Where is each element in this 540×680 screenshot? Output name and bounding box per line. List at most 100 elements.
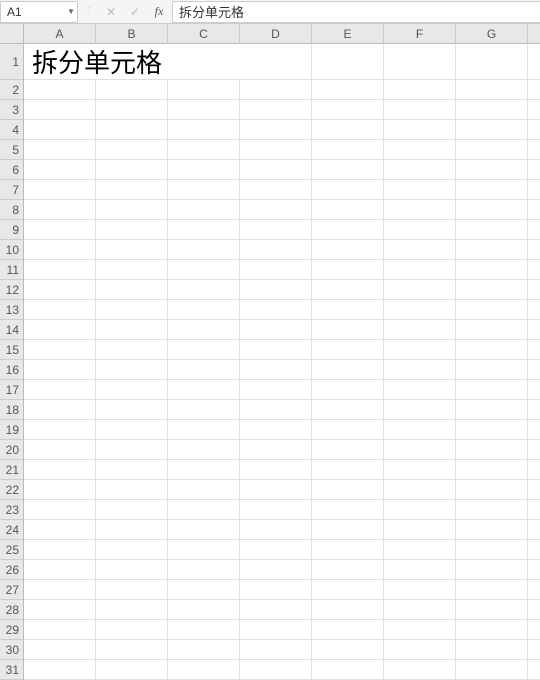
- cell-F1[interactable]: [384, 44, 456, 80]
- row-header-15[interactable]: 15: [0, 340, 23, 360]
- cell[interactable]: [96, 260, 168, 280]
- cell[interactable]: [96, 640, 168, 660]
- cell[interactable]: [528, 220, 540, 240]
- cell[interactable]: [24, 260, 96, 280]
- cell[interactable]: [312, 240, 384, 260]
- cell[interactable]: [240, 400, 312, 420]
- row-header-22[interactable]: 22: [0, 480, 23, 500]
- row-header-29[interactable]: 29: [0, 620, 23, 640]
- cell[interactable]: [240, 500, 312, 520]
- cell[interactable]: [384, 520, 456, 540]
- cell[interactable]: [24, 560, 96, 580]
- cell[interactable]: [168, 300, 240, 320]
- cell[interactable]: [456, 600, 528, 620]
- enter-icon[interactable]: ✓: [128, 5, 142, 19]
- cell[interactable]: [384, 460, 456, 480]
- cell[interactable]: [24, 200, 96, 220]
- cell[interactable]: [240, 340, 312, 360]
- cell[interactable]: [96, 420, 168, 440]
- cell[interactable]: [24, 400, 96, 420]
- row-header-27[interactable]: 27: [0, 580, 23, 600]
- cell[interactable]: [24, 320, 96, 340]
- row-header-13[interactable]: 13: [0, 300, 23, 320]
- cell[interactable]: [528, 280, 540, 300]
- cell[interactable]: [312, 140, 384, 160]
- cell[interactable]: [24, 660, 96, 680]
- cell[interactable]: [240, 280, 312, 300]
- cell[interactable]: [384, 220, 456, 240]
- dropdown-icon[interactable]: ▼: [67, 7, 75, 16]
- row-header-8[interactable]: 8: [0, 200, 23, 220]
- cell[interactable]: [312, 620, 384, 640]
- cell[interactable]: [168, 320, 240, 340]
- cell[interactable]: [240, 660, 312, 680]
- cell[interactable]: [24, 600, 96, 620]
- cell[interactable]: [168, 660, 240, 680]
- cell[interactable]: [240, 620, 312, 640]
- cell[interactable]: [312, 280, 384, 300]
- cell[interactable]: [528, 640, 540, 660]
- cell[interactable]: [528, 300, 540, 320]
- cell[interactable]: [168, 180, 240, 200]
- row-header-19[interactable]: 19: [0, 420, 23, 440]
- cell[interactable]: [384, 300, 456, 320]
- row-header-5[interactable]: 5: [0, 140, 23, 160]
- cell[interactable]: [96, 460, 168, 480]
- cell[interactable]: [528, 340, 540, 360]
- cell[interactable]: [24, 340, 96, 360]
- cell[interactable]: [240, 100, 312, 120]
- col-header-G[interactable]: G: [456, 24, 528, 44]
- cell[interactable]: [312, 400, 384, 420]
- cell[interactable]: [96, 380, 168, 400]
- cell[interactable]: [168, 440, 240, 460]
- cell[interactable]: [312, 340, 384, 360]
- cell[interactable]: [384, 620, 456, 640]
- cell[interactable]: [312, 480, 384, 500]
- cell[interactable]: [24, 80, 96, 100]
- cell[interactable]: [96, 100, 168, 120]
- row-header-12[interactable]: 12: [0, 280, 23, 300]
- cell[interactable]: [24, 640, 96, 660]
- cell[interactable]: [384, 240, 456, 260]
- cell[interactable]: [24, 280, 96, 300]
- cell[interactable]: [456, 460, 528, 480]
- cell[interactable]: [24, 500, 96, 520]
- formula-input[interactable]: 拆分单元格: [172, 1, 540, 23]
- cell[interactable]: [96, 80, 168, 100]
- cell[interactable]: [384, 80, 456, 100]
- cell[interactable]: [312, 520, 384, 540]
- col-header-F[interactable]: F: [384, 24, 456, 44]
- name-box[interactable]: A1 ▼: [0, 1, 78, 23]
- cell[interactable]: [384, 500, 456, 520]
- cell[interactable]: [456, 300, 528, 320]
- cell[interactable]: [528, 400, 540, 420]
- cell[interactable]: [24, 300, 96, 320]
- cell[interactable]: [24, 220, 96, 240]
- cell[interactable]: [528, 660, 540, 680]
- cell[interactable]: [24, 540, 96, 560]
- cell[interactable]: [312, 200, 384, 220]
- cell-H1-partial[interactable]: [528, 44, 540, 80]
- cell[interactable]: [24, 140, 96, 160]
- cell[interactable]: [384, 480, 456, 500]
- cell[interactable]: [528, 140, 540, 160]
- cell-E1[interactable]: [312, 44, 384, 80]
- cell[interactable]: [24, 240, 96, 260]
- cell[interactable]: [168, 140, 240, 160]
- cell[interactable]: [528, 200, 540, 220]
- cell[interactable]: [528, 180, 540, 200]
- cell[interactable]: [528, 560, 540, 580]
- cell[interactable]: [528, 620, 540, 640]
- cell[interactable]: [24, 360, 96, 380]
- row-header-25[interactable]: 25: [0, 540, 23, 560]
- cell[interactable]: [240, 360, 312, 380]
- cancel-icon[interactable]: ✕: [104, 5, 118, 19]
- cell[interactable]: [168, 200, 240, 220]
- cell[interactable]: [528, 500, 540, 520]
- cell[interactable]: [168, 480, 240, 500]
- cell[interactable]: [456, 620, 528, 640]
- cell[interactable]: [456, 420, 528, 440]
- cell[interactable]: [384, 360, 456, 380]
- cell[interactable]: [528, 600, 540, 620]
- cell[interactable]: [240, 140, 312, 160]
